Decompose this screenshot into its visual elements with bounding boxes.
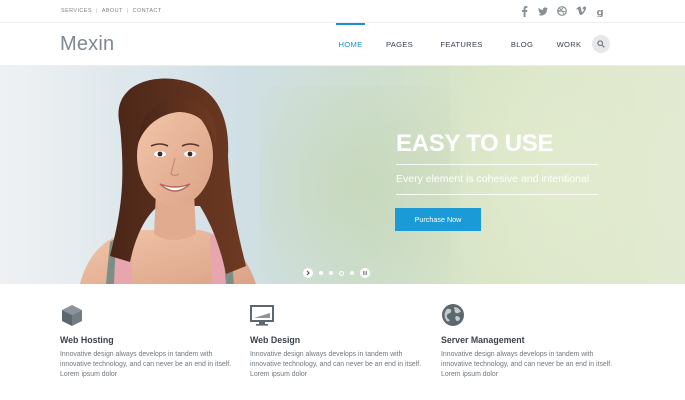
search-button[interactable] <box>592 35 610 53</box>
cube-icon <box>60 303 84 327</box>
slider-dot[interactable] <box>350 271 354 275</box>
features-section: Web Hosting Innovative design always dev… <box>0 284 685 400</box>
feature-server-management: Server Management Innovative design alwa… <box>441 303 621 381</box>
hero-slider: EASY TO USE Every element is cohesive an… <box>0 66 685 284</box>
next-arrow-icon[interactable] <box>303 268 313 278</box>
monitor-icon <box>250 303 274 327</box>
slider-dot[interactable] <box>319 271 323 275</box>
divider <box>396 194 598 195</box>
feature-text: Innovative design always develops in tan… <box>60 351 232 379</box>
separator: | <box>126 8 129 14</box>
divider <box>396 164 598 165</box>
globe-icon <box>441 303 465 327</box>
hero-subtitle: Every element is cohesive and intentiona… <box>396 173 590 185</box>
separator: | <box>95 8 98 14</box>
search-icon <box>597 35 605 53</box>
header: Mexin HOME PAGES FEATURES BLOG WORK <box>0 23 685 66</box>
top-link-about[interactable]: ABOUT <box>102 8 123 14</box>
slider-dot-active[interactable] <box>339 270 344 276</box>
hero-photo <box>80 78 256 284</box>
svg-text:g: g <box>597 7 604 17</box>
facebook-icon[interactable] <box>519 5 529 17</box>
top-links: SERVICES | ABOUT | CONTACT <box>61 8 162 14</box>
feature-title: Server Management <box>441 335 525 345</box>
hero-title: EASY TO USE <box>396 130 554 157</box>
pause-icon[interactable] <box>360 268 370 278</box>
dribbble-icon[interactable] <box>557 5 567 17</box>
slider-controls <box>303 268 370 278</box>
top-link-contact[interactable]: CONTACT <box>133 8 162 14</box>
google-plus-icon[interactable]: g <box>595 5 605 17</box>
top-bar: SERVICES | ABOUT | CONTACT g <box>0 0 685 23</box>
nav-home[interactable]: HOME <box>336 23 365 66</box>
nav-features[interactable]: FEATURES <box>434 23 489 66</box>
nav-pages[interactable]: PAGES <box>365 23 434 66</box>
feature-web-hosting: Web Hosting Innovative design always dev… <box>60 303 240 381</box>
feature-title: Web Design <box>250 335 301 345</box>
nav-blog[interactable]: BLOG <box>489 23 555 66</box>
logo[interactable]: Mexin <box>60 33 114 56</box>
slider-dot[interactable] <box>329 271 333 275</box>
top-link-services[interactable]: SERVICES <box>61 8 92 14</box>
main-nav: HOME PAGES FEATURES BLOG WORK <box>336 23 583 66</box>
purchase-now-button[interactable]: Purchase Now <box>395 208 481 231</box>
twitter-icon[interactable] <box>538 5 548 17</box>
feature-text: Innovative design always develops in tan… <box>441 351 613 379</box>
feature-web-design: Web Design Innovative design always deve… <box>250 303 430 381</box>
nav-work[interactable]: WORK <box>555 23 583 66</box>
vimeo-icon[interactable] <box>576 5 586 17</box>
social-links: g <box>519 5 605 17</box>
feature-title: Web Hosting <box>60 335 114 345</box>
feature-text: Innovative design always develops in tan… <box>250 351 422 379</box>
